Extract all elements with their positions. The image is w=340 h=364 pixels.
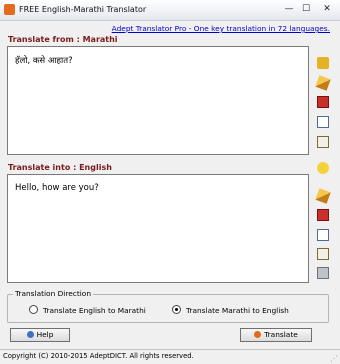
- direction-legend: Translation Direction: [13, 289, 94, 298]
- copy-icon[interactable]: [317, 116, 329, 128]
- source-label: Translate from : Marathi: [8, 35, 118, 44]
- radio-selected-icon: [172, 305, 181, 314]
- radio-icon: [29, 305, 38, 314]
- copyright-text: Copyright (C) 2010-2015 AdeptDICT. All r…: [3, 352, 194, 360]
- pro-version-link[interactable]: Adept Translator Pro - One key translati…: [112, 24, 330, 33]
- open-folder-icon[interactable]: [317, 57, 329, 69]
- maximize-button[interactable]: ☐: [299, 3, 313, 16]
- print-icon[interactable]: [317, 267, 329, 279]
- close-button[interactable]: ✕: [320, 3, 334, 16]
- resize-grip-icon[interactable]: ⋰: [330, 354, 338, 363]
- save-icon[interactable]: [317, 209, 329, 221]
- status-bar: Copyright (C) 2010-2015 AdeptDICT. All r…: [0, 349, 340, 364]
- translate-icon: [254, 331, 262, 338]
- paste-icon[interactable]: [317, 248, 329, 260]
- target-label: Translate into : English: [8, 163, 112, 172]
- smiley-icon[interactable]: [317, 162, 329, 174]
- source-textarea[interactable]: हॅलो, कसे आहात?: [7, 46, 309, 155]
- minimize-button[interactable]: —: [282, 3, 296, 16]
- radio-english-to-marathi[interactable]: Translate English to Marathi: [29, 305, 146, 315]
- save-icon[interactable]: [317, 96, 329, 108]
- translate-button[interactable]: Translate: [240, 328, 312, 342]
- translation-direction-group: Translation Direction Translate English …: [7, 289, 329, 323]
- app-icon: [4, 4, 15, 15]
- window-title: FREE English-Marathi Translator: [19, 5, 147, 14]
- help-button[interactable]: Help: [10, 328, 70, 342]
- title-bar: FREE English-Marathi Translator — ☐ ✕: [0, 0, 340, 21]
- target-textarea[interactable]: Hello, how are you?: [7, 174, 309, 283]
- help-icon: [26, 331, 34, 338]
- paste-icon[interactable]: [317, 136, 329, 148]
- copy-icon[interactable]: [317, 229, 329, 241]
- clear-pen-icon[interactable]: [315, 75, 331, 91]
- radio-marathi-to-english[interactable]: Translate Marathi to English: [172, 305, 289, 315]
- clear-pen-icon[interactable]: [315, 188, 331, 204]
